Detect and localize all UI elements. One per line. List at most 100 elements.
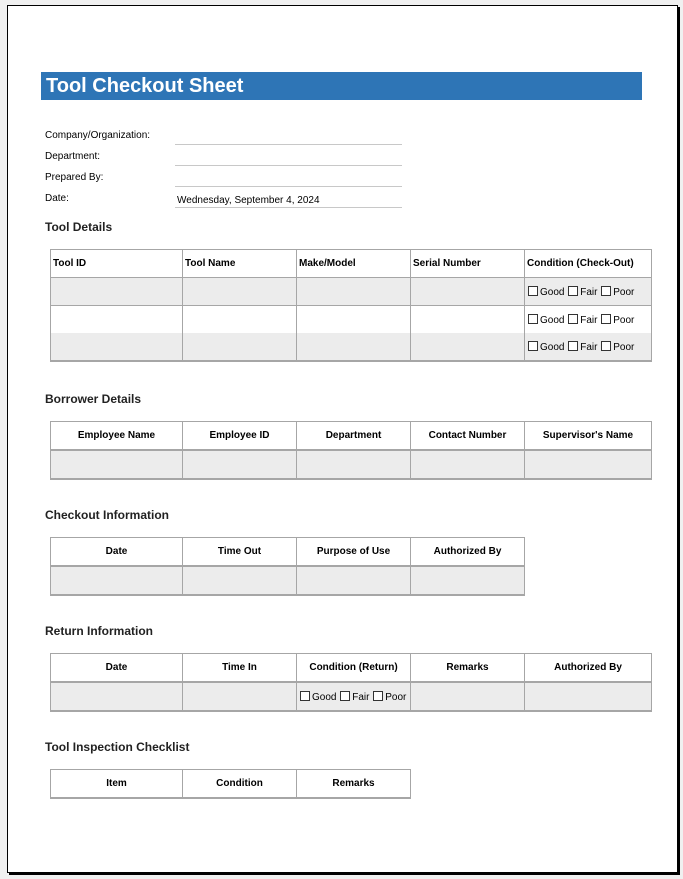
- tool-id-cell[interactable]: [50, 333, 183, 362]
- table-row: Good Fair Poor: [50, 305, 652, 333]
- header-remarks: Remarks: [296, 769, 411, 799]
- table-row: Good Fair Poor: [50, 277, 652, 306]
- info-row-date: Date: Wednesday, September 4, 2024: [45, 190, 405, 210]
- option-good-label: Good: [312, 691, 337, 703]
- table-header-row: Employee Name Employee ID Department Con…: [50, 421, 652, 451]
- checkbox-good[interactable]: [528, 340, 538, 351]
- supervisor-name-cell[interactable]: [524, 450, 652, 480]
- date-field[interactable]: Wednesday, September 4, 2024: [175, 190, 402, 208]
- header-date: Date: [50, 653, 183, 683]
- department-field[interactable]: [175, 148, 402, 166]
- header-condition-return: Condition (Return): [296, 653, 411, 683]
- option-poor-label: Poor: [613, 314, 635, 326]
- contact-number-cell[interactable]: [410, 450, 525, 480]
- condition-return-cell: Good Fair Poor: [296, 682, 411, 712]
- tool-details-heading: Tool Details: [45, 220, 113, 234]
- header-item: Item: [50, 769, 183, 799]
- condition-cell: Good Fair Poor: [524, 277, 652, 306]
- header-purpose-of-use: Purpose of Use: [296, 537, 411, 567]
- header-make-model: Make/Model: [296, 249, 411, 278]
- serial-number-cell[interactable]: [410, 305, 525, 333]
- checkout-info-heading: Checkout Information: [45, 508, 170, 522]
- time-in-cell[interactable]: [182, 682, 297, 712]
- option-fair-label: Fair: [352, 691, 370, 703]
- header-tool-id: Tool ID: [50, 249, 183, 278]
- option-good-label: Good: [540, 314, 565, 326]
- make-model-cell[interactable]: [296, 277, 411, 306]
- department-cell[interactable]: [296, 450, 411, 480]
- tool-id-cell[interactable]: [50, 277, 183, 306]
- inspection-table: Item Condition Remarks: [50, 769, 411, 799]
- table-header-row: Date Time In Condition (Return) Remarks …: [50, 653, 652, 683]
- prepared-by-field[interactable]: [175, 169, 402, 187]
- info-row-department: Department:: [45, 148, 405, 168]
- inspection-heading: Tool Inspection Checklist: [45, 740, 190, 754]
- prepared-by-label: Prepared By:: [45, 172, 104, 183]
- authorized-by-cell[interactable]: [524, 682, 652, 712]
- employee-id-cell[interactable]: [182, 450, 297, 480]
- employee-name-cell[interactable]: [50, 450, 183, 480]
- info-row-prepared-by: Prepared By:: [45, 169, 405, 189]
- header-department: Department: [296, 421, 411, 451]
- condition-cell: Good Fair Poor: [524, 333, 652, 362]
- tool-name-cell[interactable]: [182, 333, 297, 362]
- return-date-cell[interactable]: [50, 682, 183, 712]
- option-good-label: Good: [540, 341, 565, 353]
- header-time-out: Time Out: [182, 537, 297, 567]
- header-authorized-by: Authorized By: [410, 537, 525, 567]
- info-row-company: Company/Organization:: [45, 127, 405, 147]
- checkout-info-table: Date Time Out Purpose of Use Authorized …: [50, 537, 525, 596]
- checkbox-good[interactable]: [528, 285, 538, 296]
- tool-id-cell[interactable]: [50, 305, 183, 333]
- checkout-date-cell[interactable]: [50, 566, 183, 596]
- checkbox-poor[interactable]: [373, 690, 384, 701]
- header-serial-number: Serial Number: [410, 249, 525, 278]
- option-fair-label: Fair: [580, 286, 598, 298]
- condition-cell: Good Fair Poor: [524, 305, 652, 333]
- checkbox-fair[interactable]: [568, 340, 579, 351]
- company-field[interactable]: [175, 127, 402, 145]
- checkbox-fair[interactable]: [568, 285, 579, 296]
- header-tool-name: Tool Name: [182, 249, 297, 278]
- checkbox-good[interactable]: [300, 690, 310, 701]
- option-good-label: Good: [540, 286, 565, 298]
- header-supervisor-name: Supervisor's Name: [524, 421, 652, 451]
- checkbox-fair[interactable]: [340, 690, 351, 701]
- header-condition-checkout: Condition (Check-Out): [524, 249, 652, 278]
- purpose-cell[interactable]: [296, 566, 411, 596]
- table-row: Good Fair Poor: [50, 333, 652, 362]
- header-authorized-by: Authorized By: [524, 653, 652, 683]
- return-info-table: Date Time In Condition (Return) Remarks …: [50, 653, 652, 712]
- make-model-cell[interactable]: [296, 305, 411, 333]
- serial-number-cell[interactable]: [410, 277, 525, 306]
- borrower-details-table: Employee Name Employee ID Department Con…: [50, 421, 652, 480]
- table-header-row: Date Time Out Purpose of Use Authorized …: [50, 537, 525, 567]
- header-contact-number: Contact Number: [410, 421, 525, 451]
- serial-number-cell[interactable]: [410, 333, 525, 362]
- authorized-by-cell[interactable]: [410, 566, 525, 596]
- checkbox-good[interactable]: [528, 313, 538, 324]
- option-poor-label: Poor: [613, 286, 635, 298]
- company-label: Company/Organization:: [45, 130, 151, 141]
- header-remarks: Remarks: [410, 653, 525, 683]
- date-label: Date:: [45, 193, 69, 204]
- make-model-cell[interactable]: [296, 333, 411, 362]
- checkbox-poor[interactable]: [601, 285, 612, 296]
- table-row: [50, 450, 652, 480]
- tool-name-cell[interactable]: [182, 277, 297, 306]
- time-out-cell[interactable]: [182, 566, 297, 596]
- page-title: Tool Checkout Sheet: [41, 72, 642, 100]
- header-date: Date: [50, 537, 183, 567]
- header-time-in: Time In: [182, 653, 297, 683]
- checkbox-poor[interactable]: [601, 340, 612, 351]
- option-poor-label: Poor: [385, 691, 407, 703]
- header-employee-id: Employee ID: [182, 421, 297, 451]
- remarks-cell[interactable]: [410, 682, 525, 712]
- header-employee-name: Employee Name: [50, 421, 183, 451]
- department-label: Department:: [45, 151, 101, 162]
- option-poor-label: Poor: [613, 341, 635, 353]
- tool-name-cell[interactable]: [182, 305, 297, 333]
- checkbox-poor[interactable]: [601, 313, 612, 324]
- checkbox-fair[interactable]: [568, 313, 579, 324]
- option-fair-label: Fair: [580, 314, 598, 326]
